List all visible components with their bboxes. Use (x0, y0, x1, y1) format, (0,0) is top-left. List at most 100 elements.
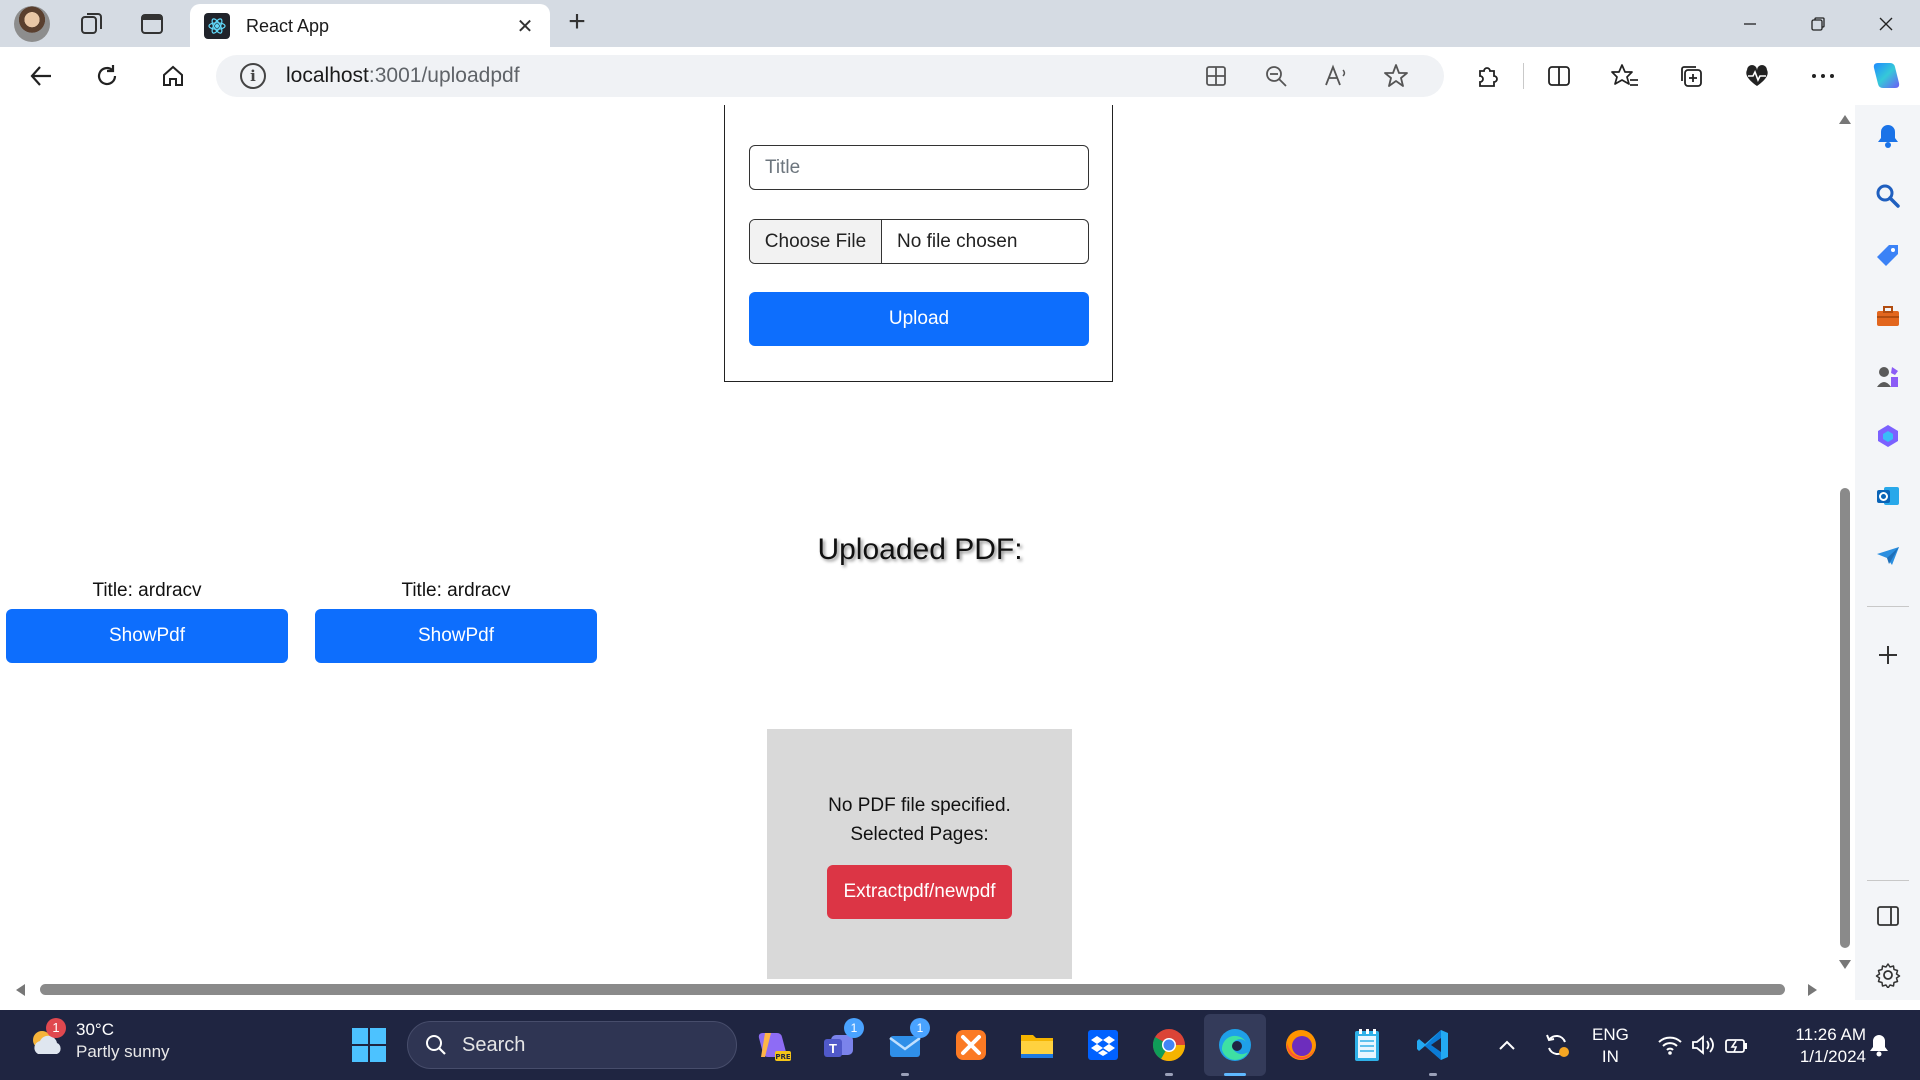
favorites-icon[interactable] (1603, 58, 1647, 94)
scroll-left-arrow-icon[interactable] (16, 984, 25, 996)
wifi-icon[interactable] (1655, 1010, 1685, 1080)
close-tab-icon[interactable]: ✕ (514, 14, 536, 39)
sidebar-divider (1867, 880, 1909, 881)
horizontal-scroll-thumb[interactable] (40, 984, 1785, 995)
teams-icon[interactable]: T 1 (818, 1018, 864, 1066)
app-available-icon[interactable] (1186, 59, 1246, 93)
browser-toolbar: i localhost:3001/uploadpdf (0, 47, 1920, 105)
settings-icon[interactable] (1873, 960, 1903, 990)
start-button[interactable] (352, 1028, 386, 1062)
uploaded-pdf-heading: Uploaded PDF: (817, 533, 1023, 566)
running-indicator (901, 1073, 909, 1076)
tools-icon[interactable] (1873, 301, 1903, 331)
edge-icon[interactable] (1214, 1024, 1256, 1076)
shopping-tag-icon[interactable] (1873, 241, 1903, 271)
scroll-right-arrow-icon[interactable] (1808, 984, 1817, 996)
show-pdf-button[interactable]: ShowPdf (6, 609, 288, 663)
choose-file-button[interactable]: Choose File (750, 220, 882, 263)
file-input[interactable]: Choose File No file chosen (749, 219, 1089, 264)
weather-partly-sunny-icon: 1 (26, 1018, 68, 1062)
show-hidden-icons-icon[interactable] (1492, 1010, 1522, 1080)
weather-badge: 1 (46, 1018, 66, 1038)
refresh-icon[interactable] (88, 58, 126, 94)
favorite-star-icon[interactable] (1366, 59, 1426, 93)
battery-icon[interactable] (1722, 1010, 1752, 1080)
xampp-icon[interactable] (950, 1024, 992, 1066)
copilot-preview-icon[interactable]: PRE (752, 1024, 794, 1066)
browser-essentials-icon[interactable] (1735, 58, 1779, 94)
toolbar-divider (1523, 63, 1524, 89)
read-aloud-icon[interactable] (1306, 59, 1366, 93)
more-icon[interactable] (1801, 58, 1845, 94)
home-icon[interactable] (154, 58, 192, 94)
file-explorer-icon[interactable] (1016, 1024, 1058, 1066)
outlook-icon[interactable] (1873, 481, 1903, 511)
volume-icon[interactable] (1688, 1010, 1718, 1080)
notepad-icon[interactable] (1346, 1024, 1388, 1066)
search-label: Search (462, 1033, 526, 1056)
svg-text:T: T (829, 1041, 837, 1056)
extract-pdf-button[interactable]: Extractpdf/newpdf (827, 865, 1012, 919)
sidebar-divider (1867, 606, 1909, 607)
back-icon[interactable] (22, 58, 60, 94)
vertical-scrollbar[interactable] (1836, 105, 1854, 980)
games-icon[interactable] (1873, 361, 1903, 391)
send-icon[interactable] (1873, 541, 1903, 571)
svg-text:PRE: PRE (775, 1053, 791, 1061)
notification-bell-icon[interactable] (1864, 1010, 1894, 1080)
tab-react-app[interactable]: React App ✕ (190, 4, 550, 48)
horizontal-scrollbar[interactable] (0, 979, 1836, 1001)
pdf-item-title: Title: ardracv (92, 580, 202, 601)
input-language-indicator[interactable]: ENG IN (1592, 1024, 1629, 1068)
minimize-button[interactable] (1716, 0, 1784, 47)
edge-sidebar (1855, 105, 1920, 1000)
address-bar[interactable]: i localhost:3001/uploadpdf (216, 55, 1444, 97)
running-indicator (1429, 1073, 1437, 1076)
title-input[interactable] (749, 145, 1089, 190)
browser-titlebar: React App ✕ + (0, 0, 1920, 48)
search-icon[interactable] (1873, 181, 1903, 211)
dropbox-icon[interactable] (1082, 1024, 1124, 1066)
add-icon[interactable] (1873, 640, 1903, 670)
scroll-down-arrow-icon[interactable] (1839, 960, 1851, 969)
sidebar-toggle-icon[interactable] (1873, 901, 1903, 931)
zoom-out-icon[interactable] (1246, 59, 1306, 93)
chrome-icon[interactable] (1148, 1024, 1190, 1076)
pdf-list-item: Title: ardracv ShowPdf (6, 579, 288, 663)
pdf-list-item: Title: ardracv ShowPdf (315, 579, 597, 663)
pdf-item-title: Title: ardracv (401, 580, 511, 601)
collections-icon[interactable] (1669, 58, 1713, 94)
copilot-icon[interactable] (1864, 58, 1908, 94)
windows-taskbar: 1 30°C Partly sunny Search PRE T 1 1 ENG… (0, 1010, 1920, 1080)
microsoft-365-icon[interactable] (1873, 421, 1903, 451)
taskbar-search[interactable]: Search (407, 1021, 737, 1069)
upload-button[interactable]: Upload (749, 292, 1089, 346)
viewer-message: No PDF file specified. (828, 795, 1011, 816)
firefox-icon[interactable] (1280, 1024, 1322, 1066)
show-pdf-button[interactable]: ShowPdf (315, 609, 597, 663)
new-tab-icon[interactable]: + (562, 7, 592, 38)
sync-status-icon[interactable] (1540, 1010, 1574, 1080)
restore-button[interactable] (1784, 0, 1852, 47)
vscode-icon[interactable] (1412, 1024, 1454, 1076)
bell-icon[interactable] (1873, 121, 1903, 151)
search-icon (426, 1035, 446, 1055)
vertical-tabs-icon[interactable] (132, 6, 172, 42)
system-clock[interactable]: 11:26 AM 1/1/2024 (1772, 1024, 1866, 1068)
info-icon[interactable]: i (240, 63, 266, 89)
scroll-up-arrow-icon[interactable] (1839, 115, 1851, 124)
workspaces-icon[interactable] (72, 6, 112, 42)
react-logo-icon (204, 13, 230, 39)
tab-title: React App (246, 15, 330, 36)
url-text[interactable]: localhost:3001/uploadpdf (286, 64, 520, 88)
url-path: :3001/uploadpdf (368, 64, 520, 87)
region-line: IN (1601, 1047, 1619, 1066)
weather-widget[interactable]: 1 30°C Partly sunny (26, 1018, 170, 1062)
teams-badge: 1 (844, 1018, 864, 1038)
close-window-button[interactable] (1852, 0, 1920, 47)
vertical-scroll-thumb[interactable] (1840, 488, 1850, 948)
mail-icon[interactable]: 1 (884, 1018, 930, 1076)
extensions-icon[interactable] (1465, 58, 1509, 94)
split-screen-icon[interactable] (1537, 58, 1581, 94)
profile-avatar[interactable] (14, 6, 50, 42)
